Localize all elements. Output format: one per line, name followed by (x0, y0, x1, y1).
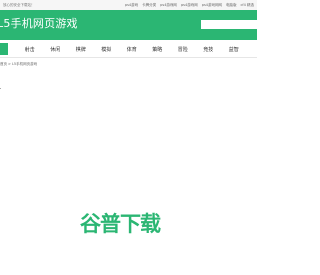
breadcrumb-home[interactable]: 首页 (0, 61, 7, 68)
site-title[interactable]: L5手机网页游戏 (0, 17, 78, 31)
welcome-text: 放心的安全下载站！ (3, 3, 35, 7)
top-links: ps4游戏 卡牌分类 ps4游戏网 ps4游戏网 ps4游戏网网 电脑版 cf4… (125, 1, 254, 9)
top-link[interactable]: ps4游戏网网 (202, 1, 222, 9)
site-header: L5手机网页游戏 (0, 10, 261, 40)
loading-dot (0, 88, 1, 89)
top-link[interactable]: 电脑版 (226, 1, 237, 9)
nav-item-sports[interactable]: 体育 (119, 43, 145, 55)
nav-item-shooting[interactable]: 射击 (17, 43, 43, 55)
nav-item-home[interactable] (0, 43, 8, 55)
nav-item-competitive[interactable]: 竞技 (196, 43, 222, 55)
top-link[interactable]: ps4游戏网 (160, 1, 177, 9)
breadcrumb-current[interactable]: L5手机网页游戏 (12, 61, 37, 68)
breadcrumb: 首页 > L5手机网页游戏 (0, 61, 37, 68)
nav-divider (0, 57, 257, 58)
nav-item-casual[interactable]: 休闲 (43, 43, 69, 55)
nav-item-strategy[interactable]: 策略 (145, 43, 171, 55)
top-link[interactable]: ps4游戏网 (181, 1, 198, 9)
top-link[interactable]: 卡牌分类 (142, 1, 156, 9)
top-link[interactable]: ps4游戏 (125, 1, 138, 9)
watermark-logo: 谷普下载 (80, 211, 161, 237)
main-nav: 射击 休闲 棋牌 模拟 体育 策略 冒险 竞技 益智 (0, 42, 257, 56)
top-link[interactable]: cf4 精选 (241, 1, 255, 9)
breadcrumb-separator: > (8, 62, 11, 66)
search-input[interactable] (201, 20, 261, 29)
nav-item-puzzle[interactable]: 益智 (221, 43, 247, 55)
nav-item-simulation[interactable]: 模拟 (94, 43, 120, 55)
nav-item-adventure[interactable]: 冒险 (170, 43, 196, 55)
nav-item-cards[interactable]: 棋牌 (68, 43, 94, 55)
watermark-text: 谷普下载 (80, 212, 161, 236)
